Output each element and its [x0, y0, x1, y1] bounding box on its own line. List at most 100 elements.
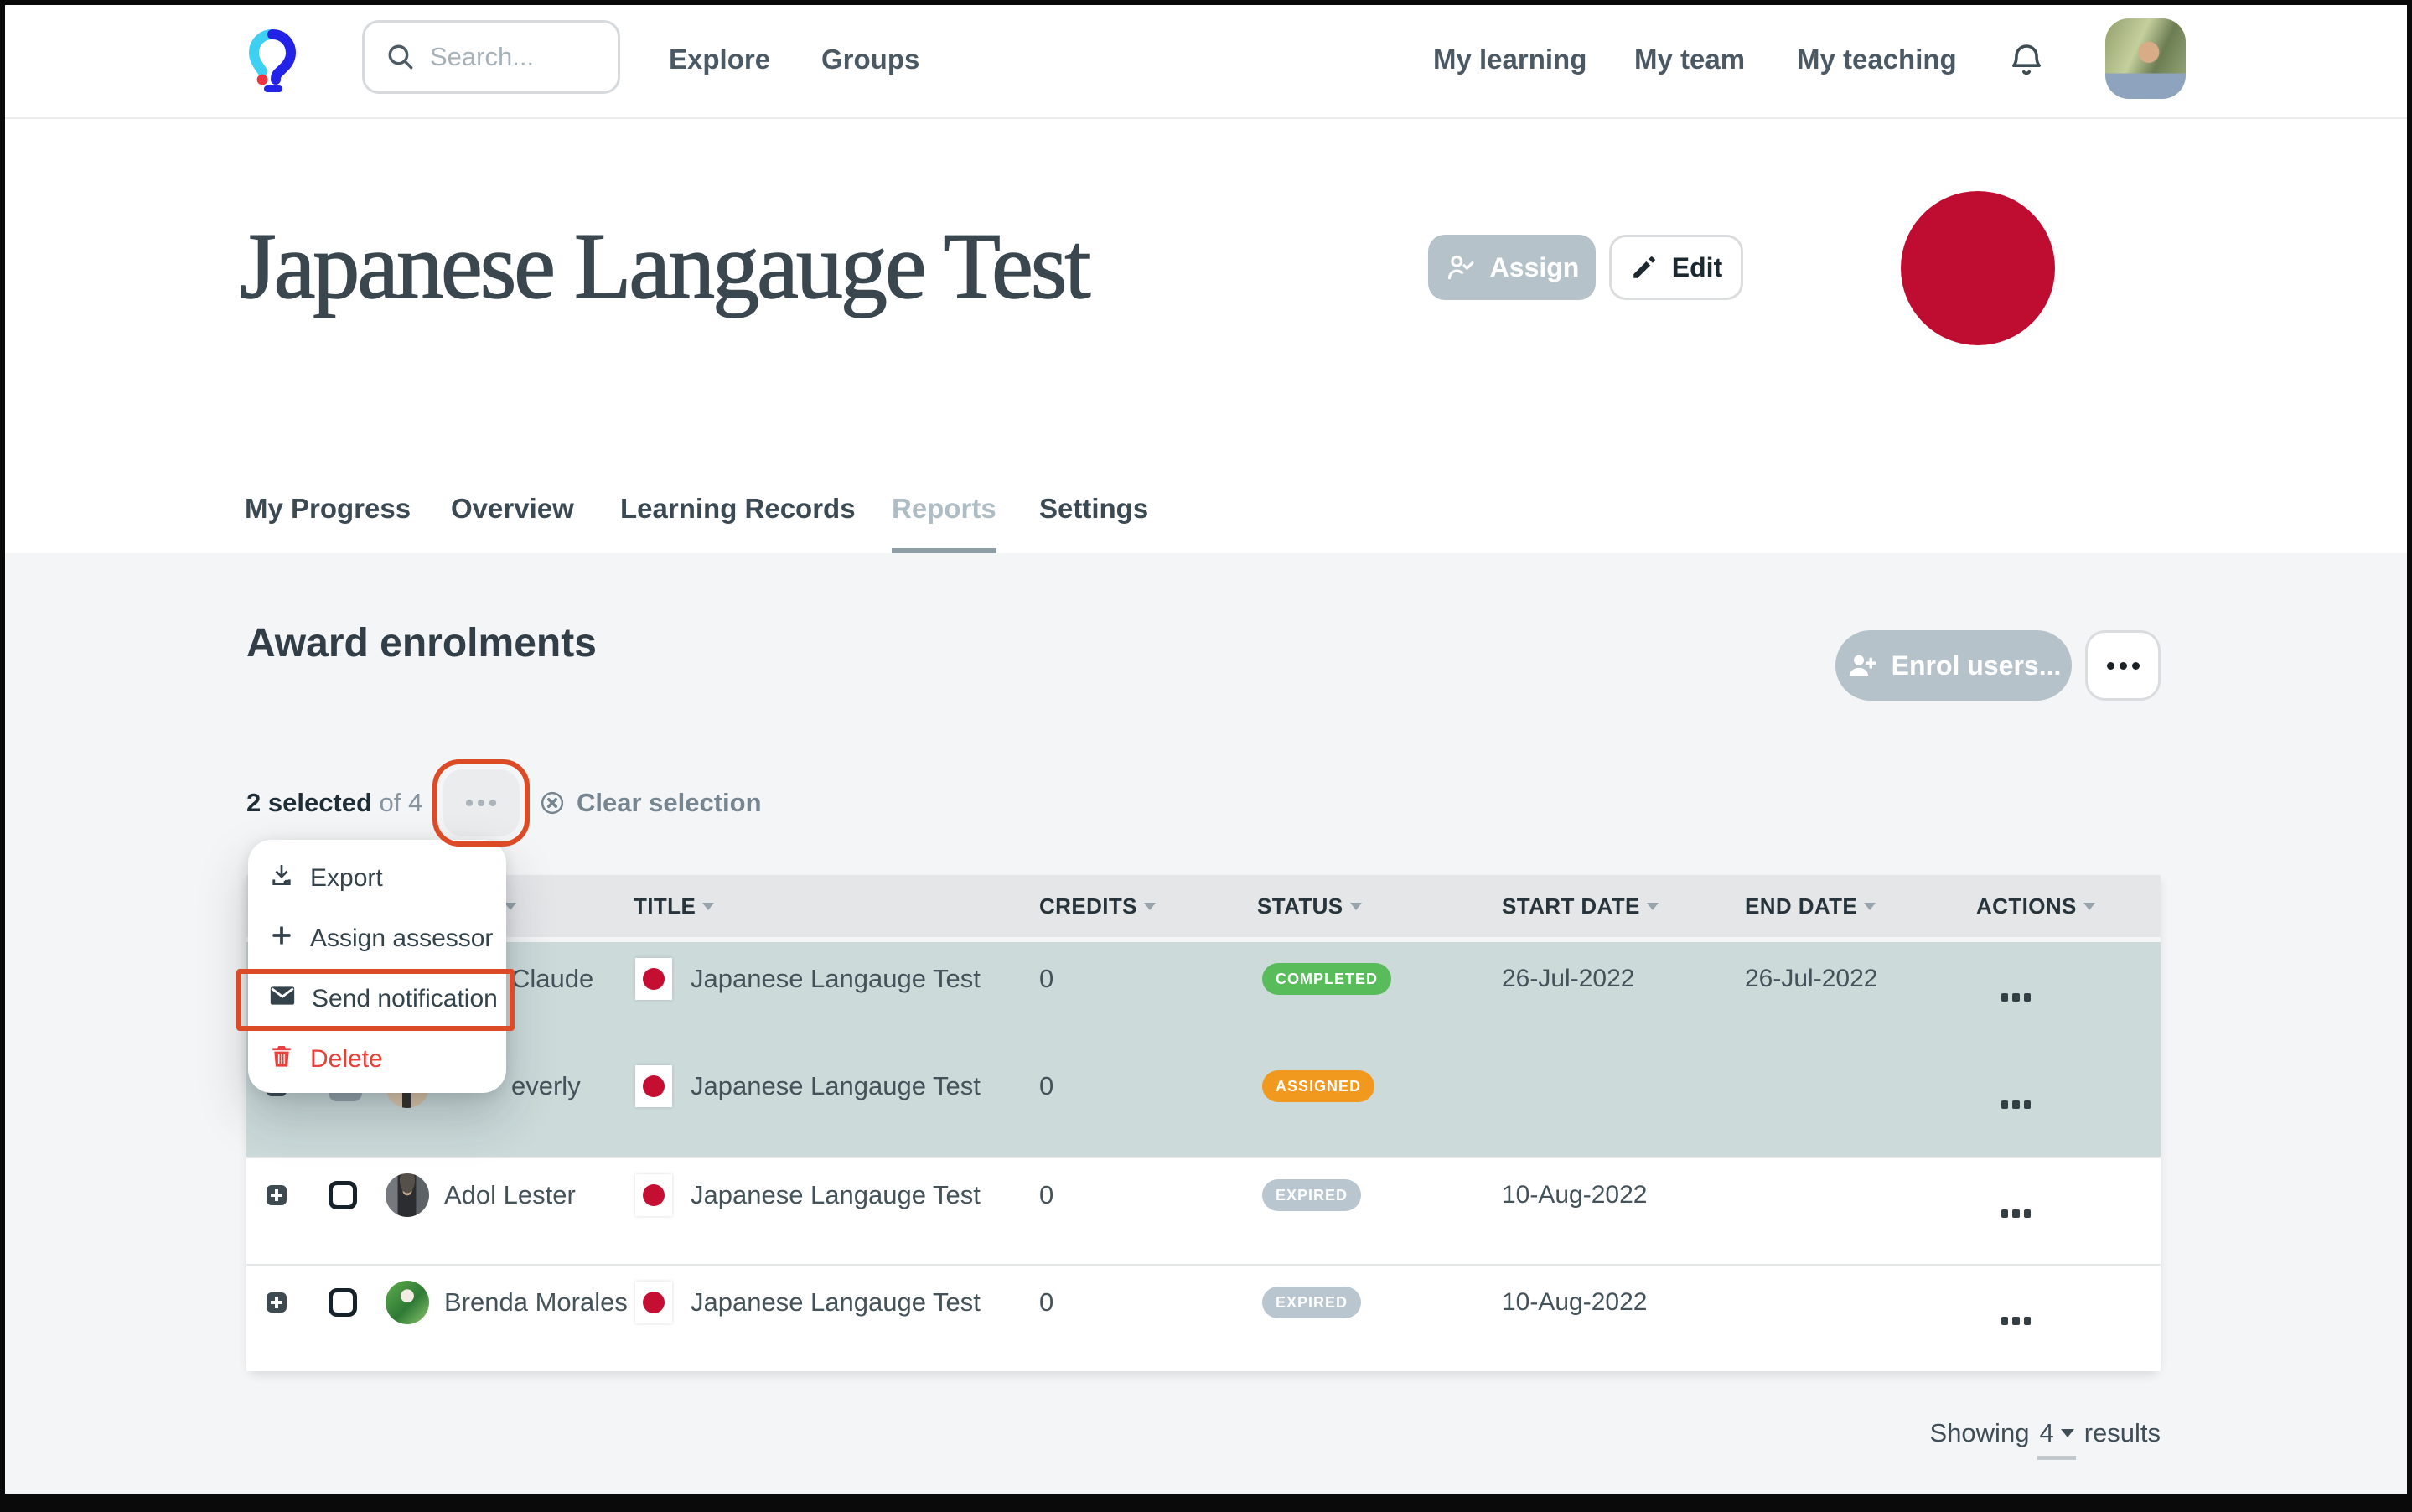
- tab-my-progress[interactable]: My Progress: [245, 493, 411, 553]
- person-plus-icon: [1846, 650, 1878, 681]
- expand-row-button[interactable]: [267, 1158, 287, 1232]
- course-flag-icon: [635, 1266, 672, 1339]
- status-badge: EXPIRED: [1262, 1179, 1361, 1211]
- course-title: Japanese Langauge Test: [691, 1266, 981, 1339]
- search-box[interactable]: [362, 20, 620, 94]
- status-badge: EXPIRED: [1262, 1287, 1361, 1318]
- menu-item-export[interactable]: Export: [248, 848, 506, 909]
- user-name: Brenda Morales: [444, 1266, 628, 1339]
- course-title: Japanese Langauge Test: [691, 942, 981, 1016]
- table-row[interactable]: Claude Japanese Langauge Test 0 COMPLETED 26…: [246, 942, 2161, 1049]
- status-badge: ASSIGNED: [1262, 1070, 1374, 1102]
- page-title: Japanese Langauge Test: [240, 213, 1089, 321]
- row-actions-button[interactable]: [2001, 1177, 2031, 1251]
- row-actions-button[interactable]: [2001, 961, 2031, 1034]
- sort-icon: [1864, 903, 1876, 910]
- start-date: 10-Aug-2022: [1502, 1158, 1647, 1232]
- credits-value: 0: [1039, 1049, 1053, 1123]
- envelope-icon: [268, 981, 297, 1017]
- tab-learning-records[interactable]: Learning Records: [620, 493, 856, 553]
- user-name: everly: [511, 1049, 581, 1123]
- sort-icon: [505, 903, 516, 910]
- status-badge-cell: EXPIRED: [1262, 1266, 1361, 1339]
- enrol-users-button[interactable]: Enrol users...: [1835, 630, 2072, 701]
- nav-link-my-teaching[interactable]: My teaching: [1797, 0, 1957, 119]
- sort-icon: [702, 903, 714, 910]
- sort-icon: [1144, 903, 1156, 910]
- content-area: Award enrolments Enrol users... 2 select…: [0, 553, 2412, 1512]
- nav-link-my-learning[interactable]: My learning: [1433, 0, 1586, 119]
- notification-bell-icon[interactable]: [2006, 39, 2047, 82]
- credits-value: 0: [1039, 1266, 1053, 1339]
- search-input[interactable]: [430, 42, 598, 72]
- table-row[interactable]: everly Japanese Langauge Test 0 ASSIGNED: [246, 1049, 2161, 1157]
- results-footer: Showing 4 results: [1930, 1418, 2161, 1448]
- course-title: Japanese Langauge Test: [691, 1049, 981, 1123]
- nav-link-my-team[interactable]: My team: [1634, 0, 1745, 119]
- menu-item-delete[interactable]: Delete: [248, 1029, 506, 1090]
- column-header-user[interactable]: [505, 875, 516, 937]
- edit-button[interactable]: Edit: [1609, 235, 1743, 300]
- row-avatar: [386, 1158, 429, 1232]
- row-avatar: [386, 1266, 429, 1339]
- column-header-actions[interactable]: ACTIONS: [1976, 875, 2095, 937]
- course-flag-icon: [635, 942, 672, 1016]
- page: Explore Groups My learning My team My te…: [0, 0, 2412, 1512]
- credits-value: 0: [1039, 1158, 1053, 1232]
- circle-x-icon: [540, 790, 565, 816]
- start-date: 26-Jul-2022: [1502, 942, 1634, 1016]
- results-count-dropdown[interactable]: 4: [2037, 1418, 2075, 1448]
- person-check-icon: [1445, 251, 1477, 283]
- sort-icon: [1350, 903, 1362, 910]
- row-actions-button[interactable]: [2001, 1068, 2031, 1142]
- status-badge-cell: COMPLETED: [1262, 942, 1391, 1016]
- row-checkbox[interactable]: [329, 1158, 357, 1232]
- status-badge: COMPLETED: [1262, 963, 1391, 995]
- user-avatar[interactable]: [2105, 18, 2186, 99]
- pencil-icon: [1630, 253, 1659, 282]
- selection-count: 2 selected of 4: [246, 769, 422, 836]
- menu-item-assign-assessor[interactable]: Assign assessor: [248, 909, 506, 969]
- tab-settings[interactable]: Settings: [1039, 493, 1148, 553]
- table-row[interactable]: Brenda Morales Japanese Langauge Test 0 EXP…: [246, 1264, 2161, 1371]
- course-flag-icon: [635, 1158, 672, 1232]
- nav-link-explore[interactable]: Explore: [669, 0, 770, 119]
- credits-value: 0: [1039, 942, 1053, 1016]
- top-nav: Explore Groups My learning My team My te…: [0, 0, 2412, 119]
- column-header-status[interactable]: STATUS: [1257, 875, 1362, 937]
- enrolments-table: TITLE CREDITS STATUS START DATE END DATE ACTI…: [246, 875, 2161, 1371]
- column-header-end[interactable]: END DATE: [1745, 875, 1876, 937]
- hero-section: Japanese Langauge Test Assign Edit My Pr…: [0, 119, 2412, 553]
- selection-more-button[interactable]: [443, 769, 520, 836]
- course-flag-icon: [635, 1049, 672, 1123]
- tab-bar: My Progress Overview Learning Records Repor…: [0, 486, 2412, 553]
- column-header-credits[interactable]: CREDITS: [1039, 875, 1156, 937]
- end-date: 26-Jul-2022: [1745, 942, 1877, 1016]
- column-header-start[interactable]: START DATE: [1502, 875, 1659, 937]
- section-heading: Award enrolments: [246, 620, 597, 666]
- sort-icon: [1647, 903, 1659, 910]
- row-checkbox[interactable]: [329, 1266, 357, 1339]
- logo-lightbulb-icon[interactable]: [245, 27, 300, 92]
- clear-selection-button[interactable]: Clear selection: [540, 769, 762, 836]
- start-date: 10-Aug-2022: [1502, 1266, 1647, 1339]
- bulk-actions-menu: ExportAssign assessorSend notificationDe…: [248, 840, 506, 1093]
- course-title: Japanese Langauge Test: [691, 1158, 981, 1232]
- nav-link-groups[interactable]: Groups: [821, 0, 919, 119]
- table-row[interactable]: Adol Lester Japanese Langauge Test 0 EXPIRE…: [246, 1157, 2161, 1264]
- user-name: Claude: [511, 942, 593, 1016]
- column-header-title[interactable]: TITLE: [634, 875, 714, 937]
- menu-item-send-notification[interactable]: Send notification: [248, 969, 506, 1029]
- sort-icon: [2083, 903, 2095, 910]
- user-name: Adol Lester: [444, 1158, 576, 1232]
- row-actions-button[interactable]: [2001, 1284, 2031, 1358]
- status-badge-cell: ASSIGNED: [1262, 1049, 1374, 1123]
- tab-overview[interactable]: Overview: [451, 493, 574, 553]
- assign-button[interactable]: Assign: [1428, 235, 1596, 300]
- tab-reports[interactable]: Reports: [892, 493, 996, 553]
- trash-icon: [268, 1043, 295, 1076]
- more-actions-button[interactable]: [2085, 630, 2161, 701]
- table-header: TITLE CREDITS STATUS START DATE END DATE ACTI…: [246, 875, 2161, 937]
- expand-row-button[interactable]: [267, 1266, 287, 1339]
- course-image-japan-flag: [1901, 191, 2055, 345]
